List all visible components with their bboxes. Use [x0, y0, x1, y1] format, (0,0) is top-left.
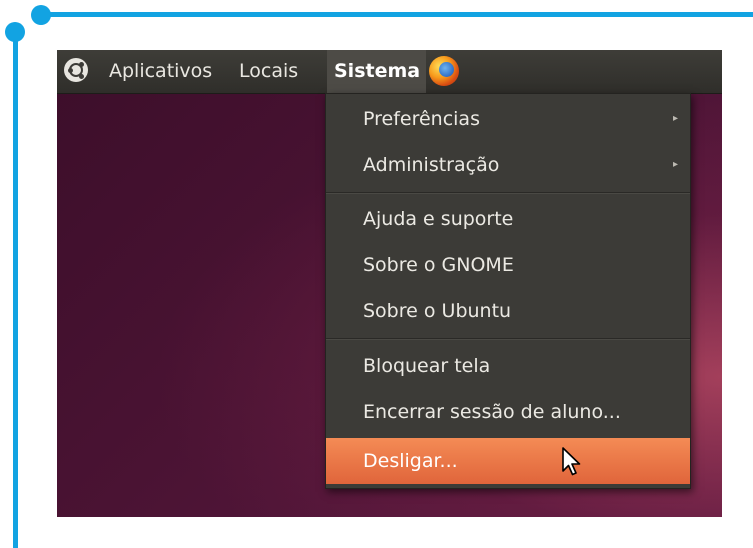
menu-item-label: Administração [363, 154, 500, 176]
menu-separator [326, 338, 690, 340]
menu-item-ajuda-e-suporte[interactable]: Ajuda e suporte [326, 196, 690, 242]
sistema-dropdown-menu: Preferências ▸ Administração ▸ Ajuda e s… [325, 93, 691, 489]
decorative-frame-line-left [13, 30, 18, 548]
ubuntu-logo-dot [79, 62, 84, 67]
menu-item-label: Sobre o GNOME [363, 254, 514, 276]
menu-item-label: Bloquear tela [363, 355, 491, 377]
panel-menu-aplicativos[interactable]: Aplicativos [109, 50, 212, 93]
desktop-screenshot: Aplicativos Locais Sistema Preferências … [57, 50, 722, 517]
decorative-frame-line-top [40, 12, 753, 17]
panel-menu-sistema[interactable]: Sistema [327, 50, 426, 93]
menu-item-label: Encerrar sessão de aluno... [363, 401, 621, 423]
panel-menu-locais[interactable]: Locais [239, 50, 298, 93]
top-panel: Aplicativos Locais Sistema [57, 50, 722, 94]
submenu-arrow-icon: ▸ [672, 113, 678, 124]
menu-item-label: Sobre o Ubuntu [363, 300, 512, 322]
menu-item-administracao[interactable]: Administração ▸ [326, 142, 690, 188]
menu-item-encerrar-sessao[interactable]: Encerrar sessão de aluno... [326, 389, 690, 435]
firefox-icon[interactable] [429, 56, 459, 86]
ubuntu-logo-dot [79, 74, 84, 79]
mouse-pointer-icon [562, 447, 581, 476]
decorative-frame-dot [5, 22, 25, 42]
menu-separator [326, 192, 690, 194]
decorative-frame-dot [31, 5, 51, 25]
page: Aplicativos Locais Sistema Preferências … [0, 0, 753, 548]
ubuntu-logo-icon[interactable] [64, 58, 88, 82]
menu-item-bloquear-tela[interactable]: Bloquear tela [326, 343, 690, 389]
menu-item-label: Ajuda e suporte [363, 208, 514, 230]
menu-item-sobre-o-gnome[interactable]: Sobre o GNOME [326, 242, 690, 288]
menu-item-label: Preferências [363, 108, 480, 130]
submenu-arrow-icon: ▸ [672, 159, 678, 170]
menu-item-label: Desligar... [363, 450, 458, 472]
menu-item-desligar[interactable]: Desligar... [326, 438, 690, 484]
menu-item-preferencias[interactable]: Preferências ▸ [326, 96, 690, 142]
ubuntu-logo-dot [68, 68, 73, 73]
firefox-globe [439, 62, 454, 77]
menu-item-sobre-o-ubuntu[interactable]: Sobre o Ubuntu [326, 288, 690, 334]
